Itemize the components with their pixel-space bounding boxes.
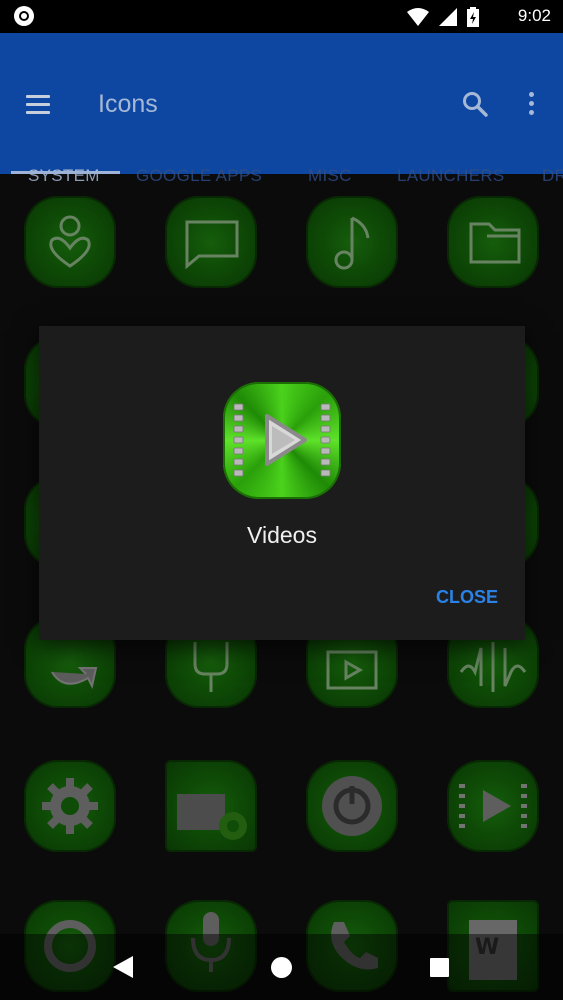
navigation-bar bbox=[0, 934, 563, 1000]
status-icons bbox=[407, 6, 479, 27]
close-button[interactable]: CLOSE bbox=[419, 585, 515, 621]
dialog-title: Videos bbox=[247, 522, 317, 548]
page-title: Icons bbox=[98, 90, 158, 118]
recents-icon[interactable] bbox=[430, 958, 449, 977]
battery-charging-icon bbox=[467, 6, 479, 27]
menu-icon[interactable] bbox=[26, 95, 50, 114]
record-icon bbox=[14, 6, 34, 26]
search-icon[interactable] bbox=[462, 91, 488, 117]
home-icon[interactable] bbox=[271, 957, 292, 978]
status-time: 9:02 bbox=[517, 6, 551, 25]
cell-signal-icon bbox=[439, 7, 457, 26]
icon-preview-dialog: Videos CLOSE bbox=[39, 326, 525, 640]
videos-icon bbox=[223, 382, 341, 499]
wifi-icon bbox=[407, 7, 429, 26]
more-vert-icon[interactable] bbox=[529, 92, 535, 116]
status-bar: 9:02 bbox=[0, 0, 563, 33]
app-bar: Icons SYSTEM GOOGLE APPS MISC LAUNCHERS … bbox=[0, 33, 563, 185]
back-icon[interactable] bbox=[113, 956, 133, 978]
